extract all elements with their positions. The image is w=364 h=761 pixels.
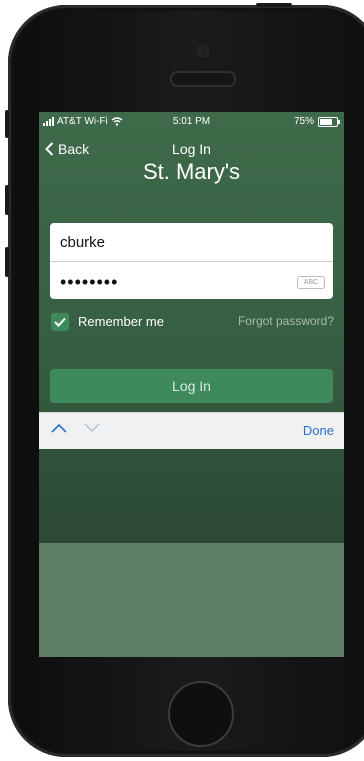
password-field[interactable]: ••••••••: [60, 272, 118, 293]
keyboard-area: [39, 543, 344, 657]
brand-name: St. Mary's: [142, 159, 241, 184]
battery-fill: [320, 118, 332, 125]
chevron-up-icon[interactable]: [51, 423, 67, 433]
keyboard-toolbar: Done: [39, 412, 344, 449]
home-button[interactable]: [168, 681, 234, 747]
phone-screen: AT&T Wi-Fi 5:01 PM 75% Back Log In St. M…: [39, 112, 344, 657]
page-title: Log In: [172, 141, 211, 157]
field-divider: [50, 261, 333, 262]
keyboard-badge: ABC: [297, 276, 325, 289]
username-field[interactable]: cburke: [60, 234, 105, 251]
remember-me-checkbox[interactable]: [51, 313, 69, 331]
forgot-password-link[interactable]: Forgot password?: [238, 314, 334, 328]
chevron-down-icon[interactable]: [84, 423, 100, 433]
remember-me-label: Remember me: [78, 314, 164, 329]
battery-icon: [318, 116, 340, 127]
battery-percent: 75%: [293, 116, 314, 127]
login-fields: cburke •••••••• ABC: [50, 223, 333, 299]
checkmark-icon: [54, 317, 66, 327]
status-right: 75%: [293, 116, 340, 127]
status-bar: AT&T Wi-Fi 5:01 PM 75%: [39, 112, 344, 132]
volume-down-button: [5, 247, 9, 277]
power-button: [256, 3, 292, 7]
front-camera: [197, 45, 209, 57]
done-button[interactable]: Done: [303, 423, 334, 438]
silent-switch: [5, 110, 9, 138]
earpiece-speaker: [170, 71, 236, 87]
login-button[interactable]: Log In: [50, 369, 333, 403]
volume-up-button: [5, 185, 9, 215]
